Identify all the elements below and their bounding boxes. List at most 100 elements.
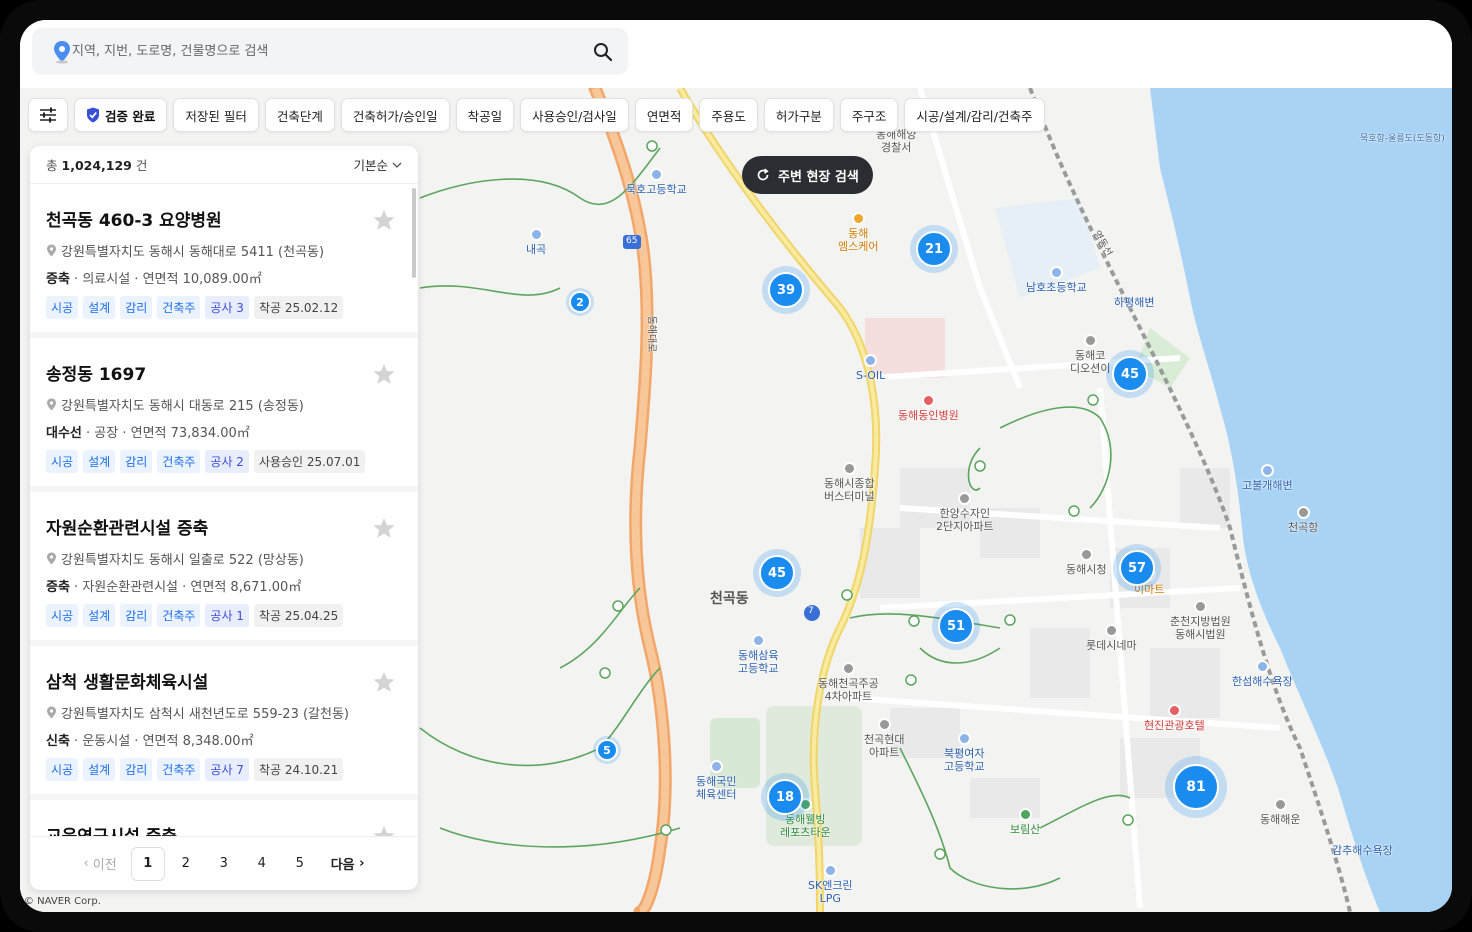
filter-verified[interactable]: 검증 완료 xyxy=(74,98,168,132)
poi-soil[interactable]: S-OIL xyxy=(856,354,885,382)
tag-owner[interactable]: 건축주 xyxy=(157,296,201,319)
filter-parties[interactable]: 시공/설계/감리/건축주 xyxy=(904,98,1045,132)
poi-samyuk-school[interactable]: 동해삼육 고등학교 xyxy=(738,634,778,675)
poi-cheongok-port[interactable]: 천곡항 xyxy=(1288,506,1318,534)
poi-bukpyeong-school[interactable]: 북평여자 고등학교 xyxy=(944,732,984,773)
page-button[interactable]: 5 xyxy=(283,847,317,881)
tag-owner[interactable]: 건축주 xyxy=(157,758,201,781)
tag-designer[interactable]: 설계 xyxy=(83,604,116,627)
star-icon[interactable] xyxy=(372,824,396,836)
list-item[interactable]: 자원순환관련시설 증축 강원특별자치도 동해시 일출로 522 (망상동) 증축… xyxy=(30,492,418,646)
tag-supervisor[interactable]: 감리 xyxy=(120,296,153,319)
item-tags: 시공 설계 감리 건축주 공사 7 착공 24.10.21 xyxy=(46,758,402,781)
star-icon[interactable] xyxy=(372,362,396,386)
poi-borimsan[interactable]: 보림산 xyxy=(1010,808,1040,836)
cluster-marker[interactable]: 45 xyxy=(759,555,795,591)
tag-owner[interactable]: 건축주 xyxy=(157,604,201,627)
cluster-marker[interactable]: 2 xyxy=(569,291,591,313)
tag-contractor[interactable]: 시공 xyxy=(46,758,79,781)
tag-contractor[interactable]: 시공 xyxy=(46,450,79,473)
cluster-marker[interactable]: 81 xyxy=(1173,764,1219,810)
tag-contractor[interactable]: 시공 xyxy=(46,604,79,627)
tag-designer[interactable]: 설계 xyxy=(83,758,116,781)
poi-hanseom-beach[interactable]: 한섬해수욕장 xyxy=(1232,660,1293,688)
poi-gamchu-beach[interactable]: 감추해수욕장 xyxy=(1332,844,1393,857)
filter-permit-date[interactable]: 건축허가/승인일 xyxy=(340,98,450,132)
results-list[interactable]: 천곡동 460-3 요양병원 강원특별자치도 동해시 동해대로 5411 (천곡… xyxy=(30,184,418,836)
page-button[interactable]: 3 xyxy=(207,847,241,881)
search-icon[interactable] xyxy=(592,41,614,63)
poi-hospital[interactable]: 동해동인병원 xyxy=(898,394,959,422)
poi-hyundai-apt[interactable]: 천곡현대 아파트 xyxy=(864,718,904,759)
poi-city-hall[interactable]: 동해시청 xyxy=(1066,548,1106,576)
item-title: 천곡동 460-3 요양병원 xyxy=(46,211,222,231)
filter-stage[interactable]: 건축단계 xyxy=(264,98,335,132)
filter-saved[interactable]: 저장된 필터 xyxy=(173,98,259,132)
tag-designer[interactable]: 설계 xyxy=(83,296,116,319)
cluster-marker[interactable]: 18 xyxy=(767,779,803,815)
list-item[interactable]: 교육연구시설 증축 xyxy=(30,800,418,836)
poi-lotte-cinema[interactable]: 롯데시네마 xyxy=(1086,624,1137,652)
prev-page-button[interactable]: ‹ 이전 xyxy=(73,847,126,881)
poi-hanyang-apt[interactable]: 한양수자인 2단지아파트 xyxy=(936,492,994,533)
road-label-donghae-daero: 동해대로 xyxy=(645,315,657,353)
cluster-marker[interactable]: 5 xyxy=(596,739,618,761)
filter-approval-date[interactable]: 사용승인/검사일 xyxy=(520,98,629,132)
tag-supervisor[interactable]: 감리 xyxy=(120,450,153,473)
filter-settings-button[interactable] xyxy=(28,98,68,132)
poi-bus-terminal[interactable]: 동해시종합 버스터미널 xyxy=(824,462,875,503)
poi-hapyeong-beach[interactable]: 하평해변 xyxy=(1114,296,1154,309)
nearby-search-button[interactable]: 주변 현장 검색 xyxy=(742,156,873,194)
search-input[interactable] xyxy=(72,28,582,75)
sort-dropdown[interactable]: 기본순 xyxy=(353,155,402,174)
list-item[interactable]: 삼척 생활문화체육시설 강원특별자치도 삼척시 새천년도로 559-23 (갈천… xyxy=(30,646,418,800)
poi-school[interactable]: 묵호고등학교 xyxy=(626,168,687,196)
tag-supervisor[interactable]: 감리 xyxy=(120,604,153,627)
highway-shield-label: 65 xyxy=(626,236,638,246)
star-icon[interactable] xyxy=(372,208,396,232)
cluster-marker[interactable]: 57 xyxy=(1119,550,1155,586)
poi-namho-school[interactable]: 남호초등학교 xyxy=(1026,266,1087,294)
cluster-marker[interactable]: 21 xyxy=(916,231,952,267)
poi-court[interactable]: 춘천지방법원 동해시법원 xyxy=(1170,600,1231,641)
poi-sk-lpg[interactable]: SK엔크린 LPG xyxy=(808,864,853,905)
poi-donghae-haeun[interactable]: 동해해운 xyxy=(1260,798,1300,826)
page-button[interactable]: 2 xyxy=(169,847,203,881)
filter-permit-type[interactable]: 허가구분 xyxy=(763,98,834,132)
page-button[interactable]: 1 xyxy=(130,846,165,881)
results-count: 총 1,024,129 건 xyxy=(46,158,148,173)
next-page-button[interactable]: 다음 › xyxy=(321,847,375,881)
filter-bar: 검증 완료 저장된 필터 건축단계 건축허가/승인일 착공일 사용승인/검사일 … xyxy=(28,98,1045,132)
poi-mscare[interactable]: 동해 엠스케어 xyxy=(838,212,878,253)
tag-contractor[interactable]: 시공 xyxy=(46,296,79,319)
filter-start-date[interactable]: 착공일 xyxy=(455,98,515,132)
pagination: ‹ 이전 1 2 3 4 5 다음 › xyxy=(30,836,418,890)
cluster-marker[interactable]: 39 xyxy=(768,272,804,308)
filter-floor-area[interactable]: 연면적 xyxy=(634,98,694,132)
item-title: 자원순환관련시설 증축 xyxy=(46,519,209,539)
list-item[interactable]: 송정동 1697 강원특별자치도 동해시 대동로 215 (송정동) 대수선 ·… xyxy=(30,338,418,492)
tag-supervisor[interactable]: 감리 xyxy=(120,758,153,781)
page-button[interactable]: 4 xyxy=(245,847,279,881)
poi-naegok[interactable]: 내곡 xyxy=(526,228,546,256)
item-tags: 시공 설계 감리 건축주 공사 2 사용승인 25.07.01 xyxy=(46,450,402,473)
results-header: 총 1,024,129 건 기본순 xyxy=(30,146,418,184)
district-label: 천곡동 xyxy=(710,591,749,607)
sort-label: 기본순 xyxy=(353,158,388,173)
tag-date: 착공 25.04.25 xyxy=(253,604,344,627)
poi-gobulgae-beach[interactable]: 고불개해변 xyxy=(1242,464,1293,492)
star-icon[interactable] xyxy=(372,670,396,694)
cluster-marker[interactable]: 45 xyxy=(1112,356,1148,392)
nearby-search-label: 주변 현장 검색 xyxy=(778,169,859,185)
filter-structure[interactable]: 주구조 xyxy=(839,98,899,132)
tag-owner[interactable]: 건축주 xyxy=(157,450,201,473)
poi-jugong-apt[interactable]: 동해천곡주공 4차아파트 xyxy=(818,662,879,703)
poi-hotel[interactable]: 현진관광호텔 xyxy=(1144,704,1205,732)
filter-main-use[interactable]: 주용도 xyxy=(699,98,758,132)
cluster-marker[interactable]: 51 xyxy=(938,608,974,644)
poi-apartment-ocean[interactable]: 동해코 디오션이 xyxy=(1070,334,1110,375)
poi-sports-center[interactable]: 동해국민 체육센터 xyxy=(696,760,736,801)
list-item[interactable]: 천곡동 460-3 요양병원 강원특별자치도 동해시 동해대로 5411 (천곡… xyxy=(30,184,418,338)
tag-designer[interactable]: 설계 xyxy=(83,450,116,473)
star-icon[interactable] xyxy=(372,516,396,540)
